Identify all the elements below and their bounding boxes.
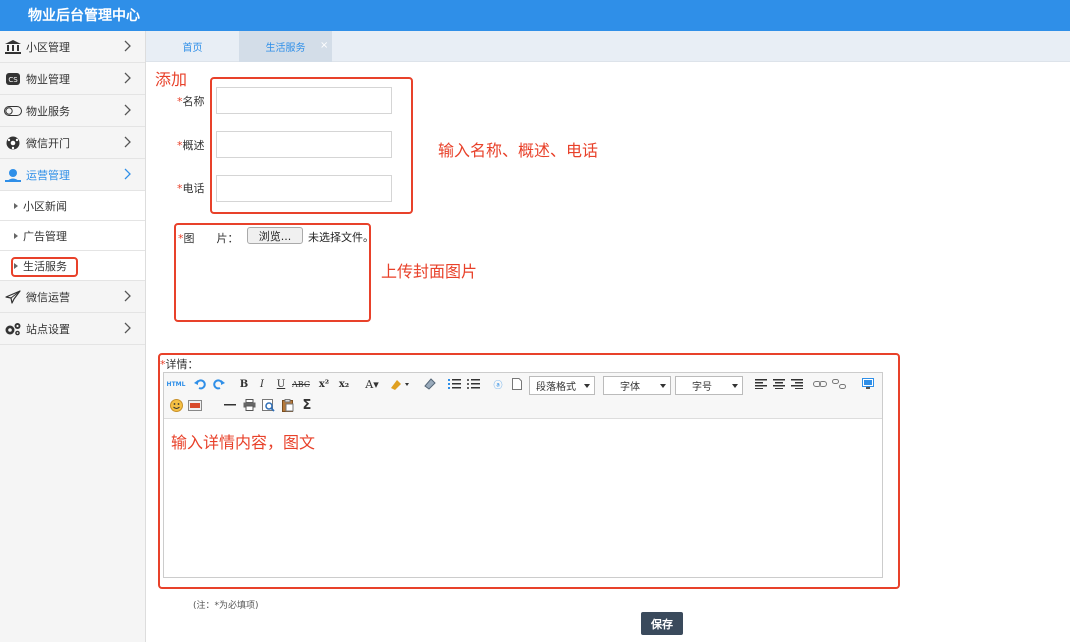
redo-icon[interactable] <box>211 376 227 392</box>
strikethrough-icon[interactable]: ABC <box>292 376 310 392</box>
font-color-icon[interactable]: A▾ <box>361 376 383 392</box>
name-input[interactable] <box>216 87 392 114</box>
chevron-right-icon <box>124 290 131 302</box>
formula-sigma-icon[interactable]: Σ <box>299 397 315 413</box>
detail-label: *详情： <box>160 358 199 371</box>
svg-text:CS: CS <box>8 76 18 84</box>
eraser-icon[interactable] <box>422 376 438 392</box>
font-size-select[interactable]: 字号 <box>675 376 743 395</box>
fullscreen-icon[interactable] <box>860 376 876 392</box>
paragraph-format-select[interactable]: 段落格式 <box>529 376 595 395</box>
sidebar-item-label: 物业管理 <box>26 72 70 86</box>
gears-icon <box>4 321 22 337</box>
preview-icon[interactable] <box>260 397 276 413</box>
sidebar-item-label: 小区管理 <box>26 40 70 54</box>
bank-icon <box>4 39 22 55</box>
superscript-icon[interactable]: x² <box>316 376 332 392</box>
required-hint: (注：*为必填项) <box>193 601 259 611</box>
html-source-icon[interactable]: HTML <box>167 376 186 392</box>
horizontal-rule-icon[interactable] <box>222 397 238 413</box>
sidebar-item-label: 微信运营 <box>26 290 70 304</box>
chevron-right-icon <box>124 322 131 334</box>
sidebar: 小区管理 CS 物业管理 物业服务 微信开门 运营管理 小区新闻 广告管理 生活… <box>0 31 146 642</box>
highlight-color-icon[interactable] <box>388 376 412 392</box>
chevron-right-icon <box>124 168 131 180</box>
sidebar-subitem-ads[interactable]: 广告管理 <box>0 221 145 251</box>
italic-icon[interactable]: I <box>254 376 270 392</box>
sidebar-item-label: 运营管理 <box>26 168 70 182</box>
undo-icon[interactable] <box>192 376 208 392</box>
caret-right-icon <box>14 202 18 209</box>
tab-bar: 首页 生活服务 × <box>146 31 1070 62</box>
paste-icon[interactable] <box>280 397 296 413</box>
image-annotation: 上传封面图片 <box>381 262 478 281</box>
sidebar-item-property[interactable]: CS 物业管理 <box>0 63 145 95</box>
anchor-icon[interactable]: ⓐ <box>490 376 506 392</box>
image-label: *图 片： <box>178 232 239 245</box>
dropdown-arrow-icon <box>584 384 590 388</box>
tab-life-service[interactable]: 生活服务 <box>239 31 332 62</box>
fields-annotation: 输入名称、概述、电话 <box>438 141 599 160</box>
cs-icon: CS <box>4 71 22 87</box>
sidebar-subitem-label: 小区新闻 <box>23 199 67 213</box>
caret-right-icon <box>14 232 18 239</box>
sidebar-item-site-settings[interactable]: 站点设置 <box>0 313 145 345</box>
chevron-right-icon <box>124 136 131 148</box>
image-insert-icon[interactable] <box>187 397 203 413</box>
sidebar-subitem-news[interactable]: 小区新闻 <box>0 191 145 221</box>
close-icon[interactable]: × <box>320 41 328 51</box>
highlight-box <box>11 257 78 277</box>
summary-input[interactable] <box>216 131 392 158</box>
link-icon[interactable] <box>812 376 828 392</box>
sidebar-item-wechat-ops[interactable]: 微信运营 <box>0 281 145 313</box>
sidebar-item-label: 物业服务 <box>26 104 70 118</box>
soccer-ball-icon <box>4 135 22 151</box>
phone-input[interactable] <box>216 175 392 202</box>
app-title: 物业后台管理中心 <box>28 8 140 24</box>
unlink-icon[interactable] <box>831 376 847 392</box>
detail-annotation: 输入详情内容，图文 <box>171 433 316 452</box>
chevron-right-icon <box>124 72 131 84</box>
sidebar-item-wechat-door[interactable]: 微信开门 <box>0 127 145 159</box>
font-family-select[interactable]: 字体 <box>603 376 671 395</box>
editor-toolbar: HTML B I U ABC x² x₂ A▾ ⓐ 段落格式 字体 字号 Σ <box>164 373 882 419</box>
toggle-icon <box>4 103 22 119</box>
align-right-icon[interactable] <box>789 376 805 392</box>
sidebar-item-property-service[interactable]: 物业服务 <box>0 95 145 127</box>
align-center-icon[interactable] <box>771 376 787 392</box>
tab-home[interactable]: 首页 <box>146 31 239 62</box>
chevron-right-icon <box>124 104 131 116</box>
sidebar-item-label: 微信开门 <box>26 136 70 150</box>
sidebar-item-community[interactable]: 小区管理 <box>0 31 145 63</box>
sidebar-item-label: 站点设置 <box>26 322 70 336</box>
dropdown-arrow-icon <box>660 384 666 388</box>
bold-icon[interactable]: B <box>236 376 252 392</box>
sidebar-subitem-label: 广告管理 <box>23 229 67 243</box>
rich-text-editor: HTML B I U ABC x² x₂ A▾ ⓐ 段落格式 字体 字号 Σ <box>163 372 883 578</box>
sidebar-subitem-life-service[interactable]: 生活服务 <box>0 251 145 281</box>
print-icon[interactable] <box>241 397 257 413</box>
subscript-icon[interactable]: x₂ <box>336 376 352 392</box>
unordered-list-icon[interactable] <box>465 376 481 392</box>
ordered-list-icon[interactable] <box>446 376 462 392</box>
emoji-icon[interactable] <box>168 397 184 413</box>
sidebar-item-operations[interactable]: 运营管理 <box>0 159 145 191</box>
top-bar: 物业后台管理中心 <box>0 0 1070 31</box>
chevron-right-icon <box>124 40 131 52</box>
file-status: 未选择文件。 <box>308 231 374 244</box>
align-left-icon[interactable] <box>753 376 769 392</box>
browse-button[interactable]: 浏览... <box>247 227 303 244</box>
paper-plane-icon <box>4 289 22 305</box>
operator-icon <box>4 167 22 183</box>
page-icon[interactable] <box>509 376 525 392</box>
phone-label: *电话 <box>177 182 205 195</box>
summary-label: *概述 <box>177 139 205 152</box>
name-label: *名称 <box>177 95 205 108</box>
underline-icon[interactable]: U <box>273 376 289 392</box>
save-button[interactable]: 保存 <box>641 612 683 635</box>
dropdown-arrow-icon <box>732 384 738 388</box>
add-annotation: 添加 <box>155 70 188 89</box>
